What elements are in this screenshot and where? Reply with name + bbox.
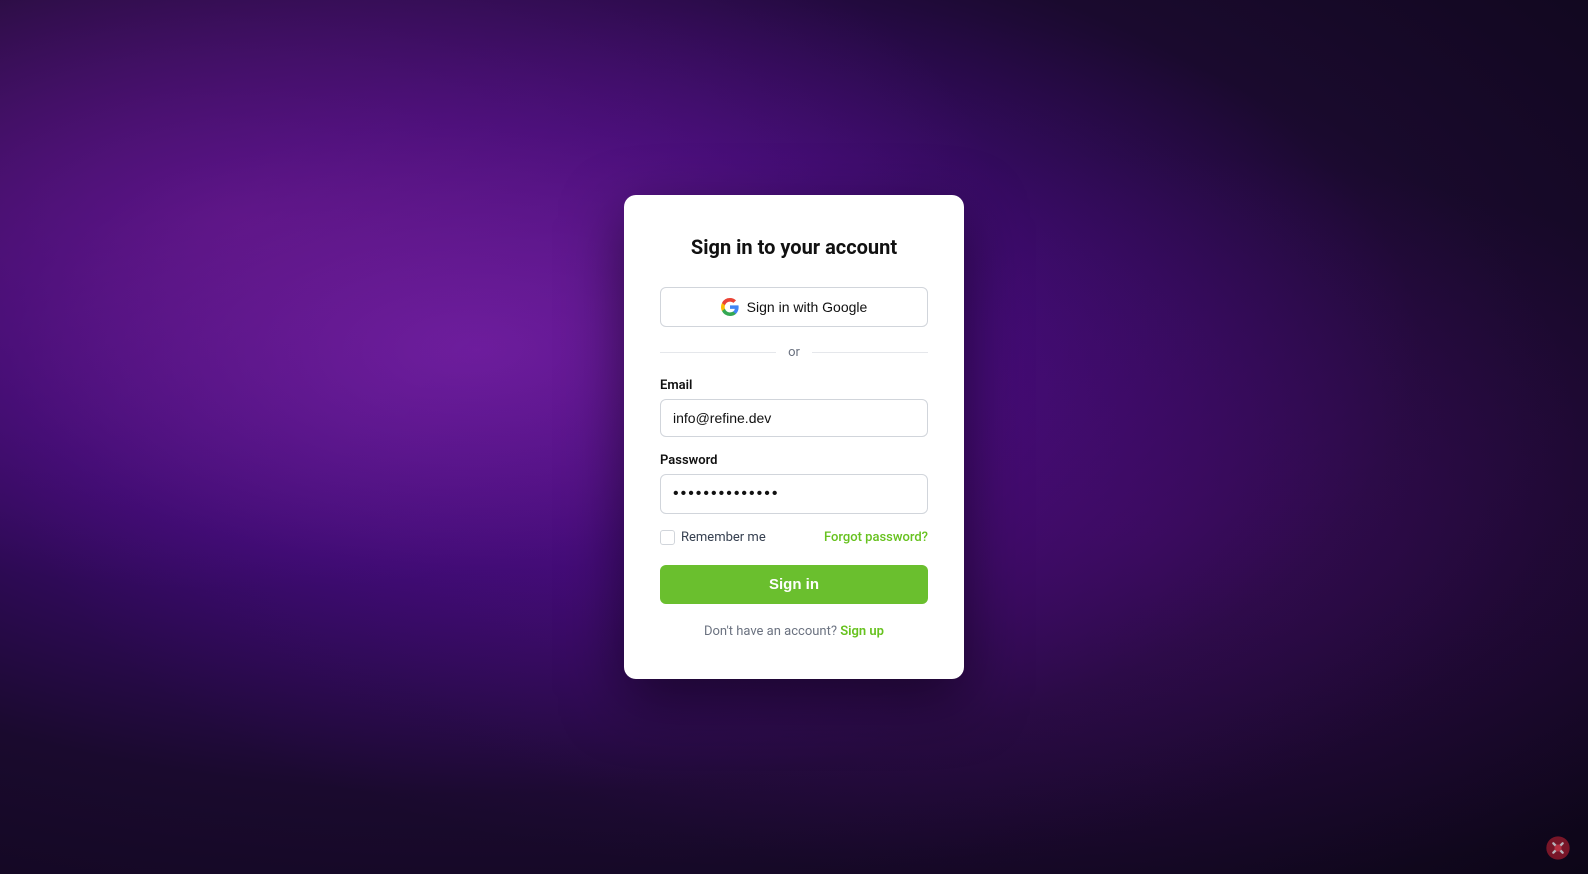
signup-prompt: Don't have an account? Sign up (660, 624, 928, 639)
divider: or (660, 345, 928, 360)
google-icon (721, 298, 739, 316)
password-label: Password (660, 453, 928, 468)
divider-line-left (660, 352, 776, 353)
watermark (1544, 834, 1572, 862)
google-sign-in-button[interactable]: Sign in with Google (660, 287, 928, 327)
remember-me-label[interactable]: Remember me (660, 530, 766, 545)
watermark-icon (1544, 834, 1572, 862)
login-card: Sign in to your account Sign in with Goo… (624, 195, 964, 679)
sign-up-link[interactable]: Sign up (840, 624, 884, 639)
email-input[interactable] (660, 399, 928, 437)
remember-me-text: Remember me (681, 530, 766, 545)
password-group: Password (660, 453, 928, 514)
remember-me-checkbox[interactable] (660, 530, 675, 545)
no-account-text: Don't have an account? (704, 624, 837, 639)
email-label: Email (660, 378, 928, 393)
card-title: Sign in to your account (660, 235, 928, 259)
email-group: Email (660, 378, 928, 437)
google-button-label: Sign in with Google (747, 299, 868, 315)
form-footer: Remember me Forgot password? (660, 530, 928, 545)
divider-text: or (788, 345, 800, 360)
forgot-password-link[interactable]: Forgot password? (824, 530, 928, 545)
password-input[interactable] (660, 474, 928, 514)
divider-line-right (812, 352, 928, 353)
sign-in-button[interactable]: Sign in (660, 565, 928, 604)
